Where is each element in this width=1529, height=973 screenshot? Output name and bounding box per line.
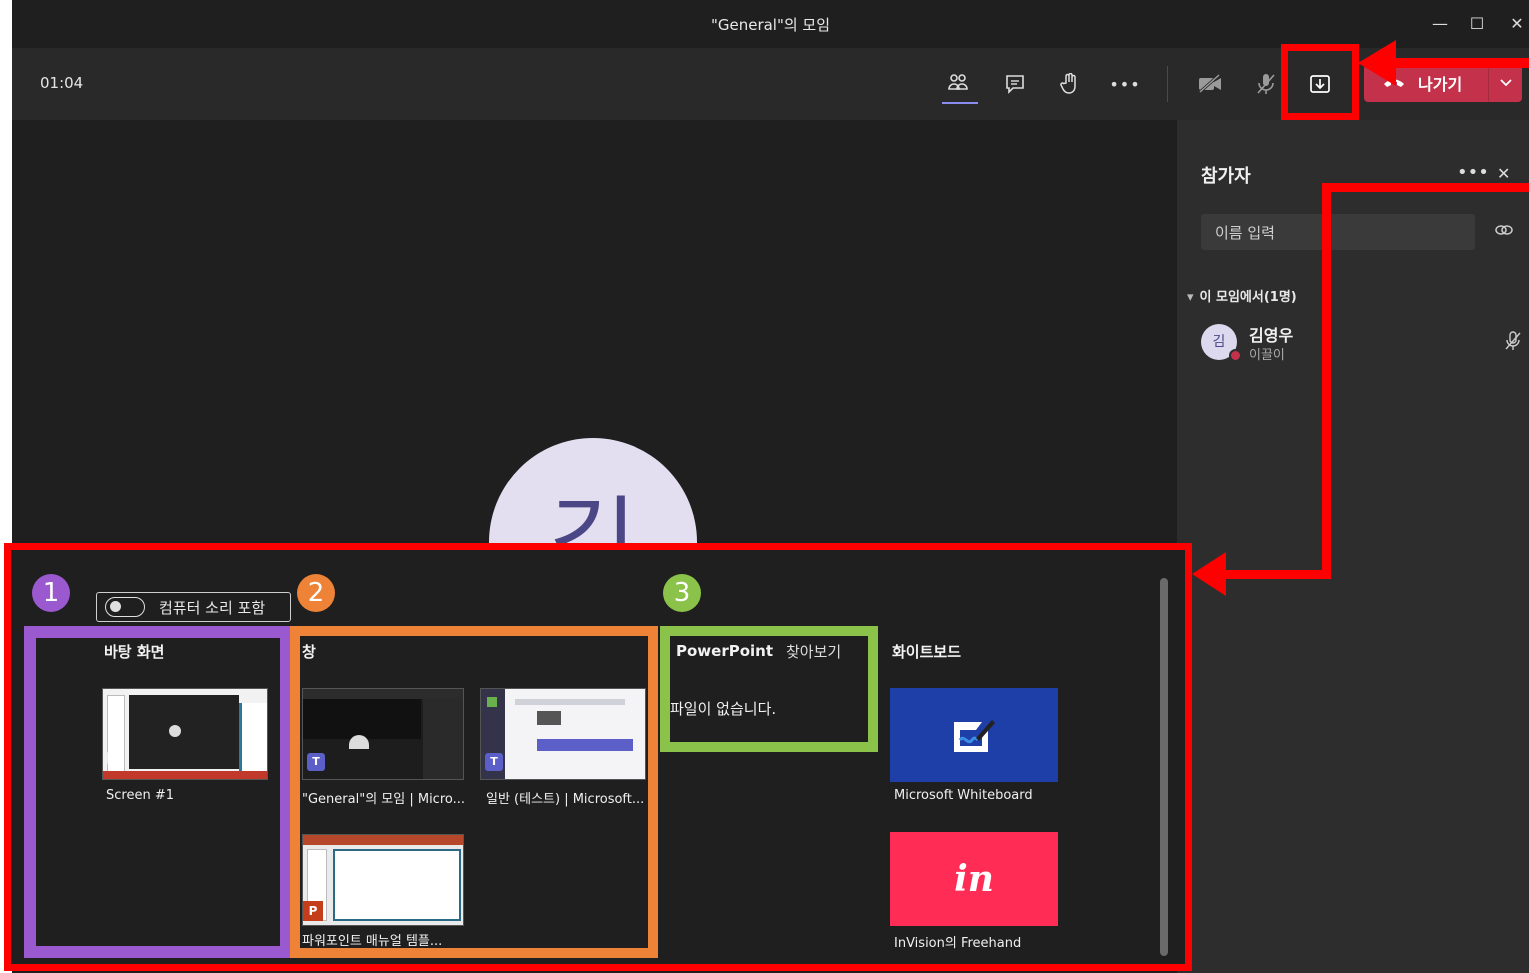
chat-button[interactable] [997, 66, 1033, 102]
participant-name: 김영우 [1249, 326, 1294, 345]
camera-off-icon [1198, 74, 1221, 94]
link-icon [1495, 225, 1513, 235]
title-bar: "General"의 모임 — ☐ ✕ [12, 0, 1529, 48]
participants-close-button[interactable]: ✕ [1497, 164, 1510, 183]
invite-link-button[interactable] [1495, 222, 1513, 241]
connector-vertical-segment [1322, 183, 1331, 578]
hand-icon [1060, 73, 1076, 94]
toolbar-divider [1167, 66, 1168, 102]
arrow-left-icon [1358, 40, 1396, 86]
participants-panel: 참가자 ••• ✕ 이름 입력 ▾ 이 모임에서(1명) 김 김영우 이끌이 [1177, 120, 1529, 973]
meeting-timer: 01:04 [40, 74, 84, 92]
pointer-arrow-shaft [1390, 58, 1529, 68]
window-title: "General"의 모임 [710, 16, 831, 34]
maximize-button[interactable]: ☐ [1462, 10, 1492, 38]
microphone-button[interactable] [1248, 66, 1284, 102]
arrow-left-icon [1192, 552, 1226, 596]
close-button[interactable]: ✕ [1502, 10, 1529, 38]
minimize-button[interactable]: — [1425, 10, 1455, 38]
leave-label: 나가기 [1418, 75, 1463, 94]
raise-hand-button[interactable] [1052, 66, 1088, 102]
share-button-highlight-box [1281, 44, 1359, 120]
mic-off-icon [1257, 74, 1275, 94]
participant-role: 이끌이 [1249, 348, 1285, 363]
people-icon [948, 74, 968, 90]
presence-status-dot [1229, 349, 1242, 362]
participant-search-input[interactable]: 이름 입력 [1201, 214, 1475, 250]
participants-more-button[interactable]: ••• [1457, 162, 1489, 183]
leave-options-button[interactable] [1488, 64, 1522, 102]
participants-title: 참가자 [1201, 166, 1251, 187]
chat-icon [1006, 75, 1024, 94]
in-meeting-group-header[interactable]: ▾ 이 모임에서(1명) [1187, 286, 1297, 305]
more-actions-button[interactable]: ••• [1107, 66, 1143, 102]
chevron-down-icon [1499, 79, 1512, 87]
connector-bottom-segment [1218, 570, 1331, 579]
participants-button[interactable] [940, 66, 978, 104]
participant-mic-muted-icon [1503, 330, 1523, 356]
share-tray-highlight-box [4, 543, 1192, 971]
participants-active-underline [942, 102, 978, 104]
group-label: 이 모임에서(1명) [1199, 290, 1297, 305]
chevron-down-icon: ▾ [1187, 290, 1194, 305]
connector-top-segment [1322, 183, 1529, 192]
camera-button[interactable] [1192, 66, 1228, 102]
